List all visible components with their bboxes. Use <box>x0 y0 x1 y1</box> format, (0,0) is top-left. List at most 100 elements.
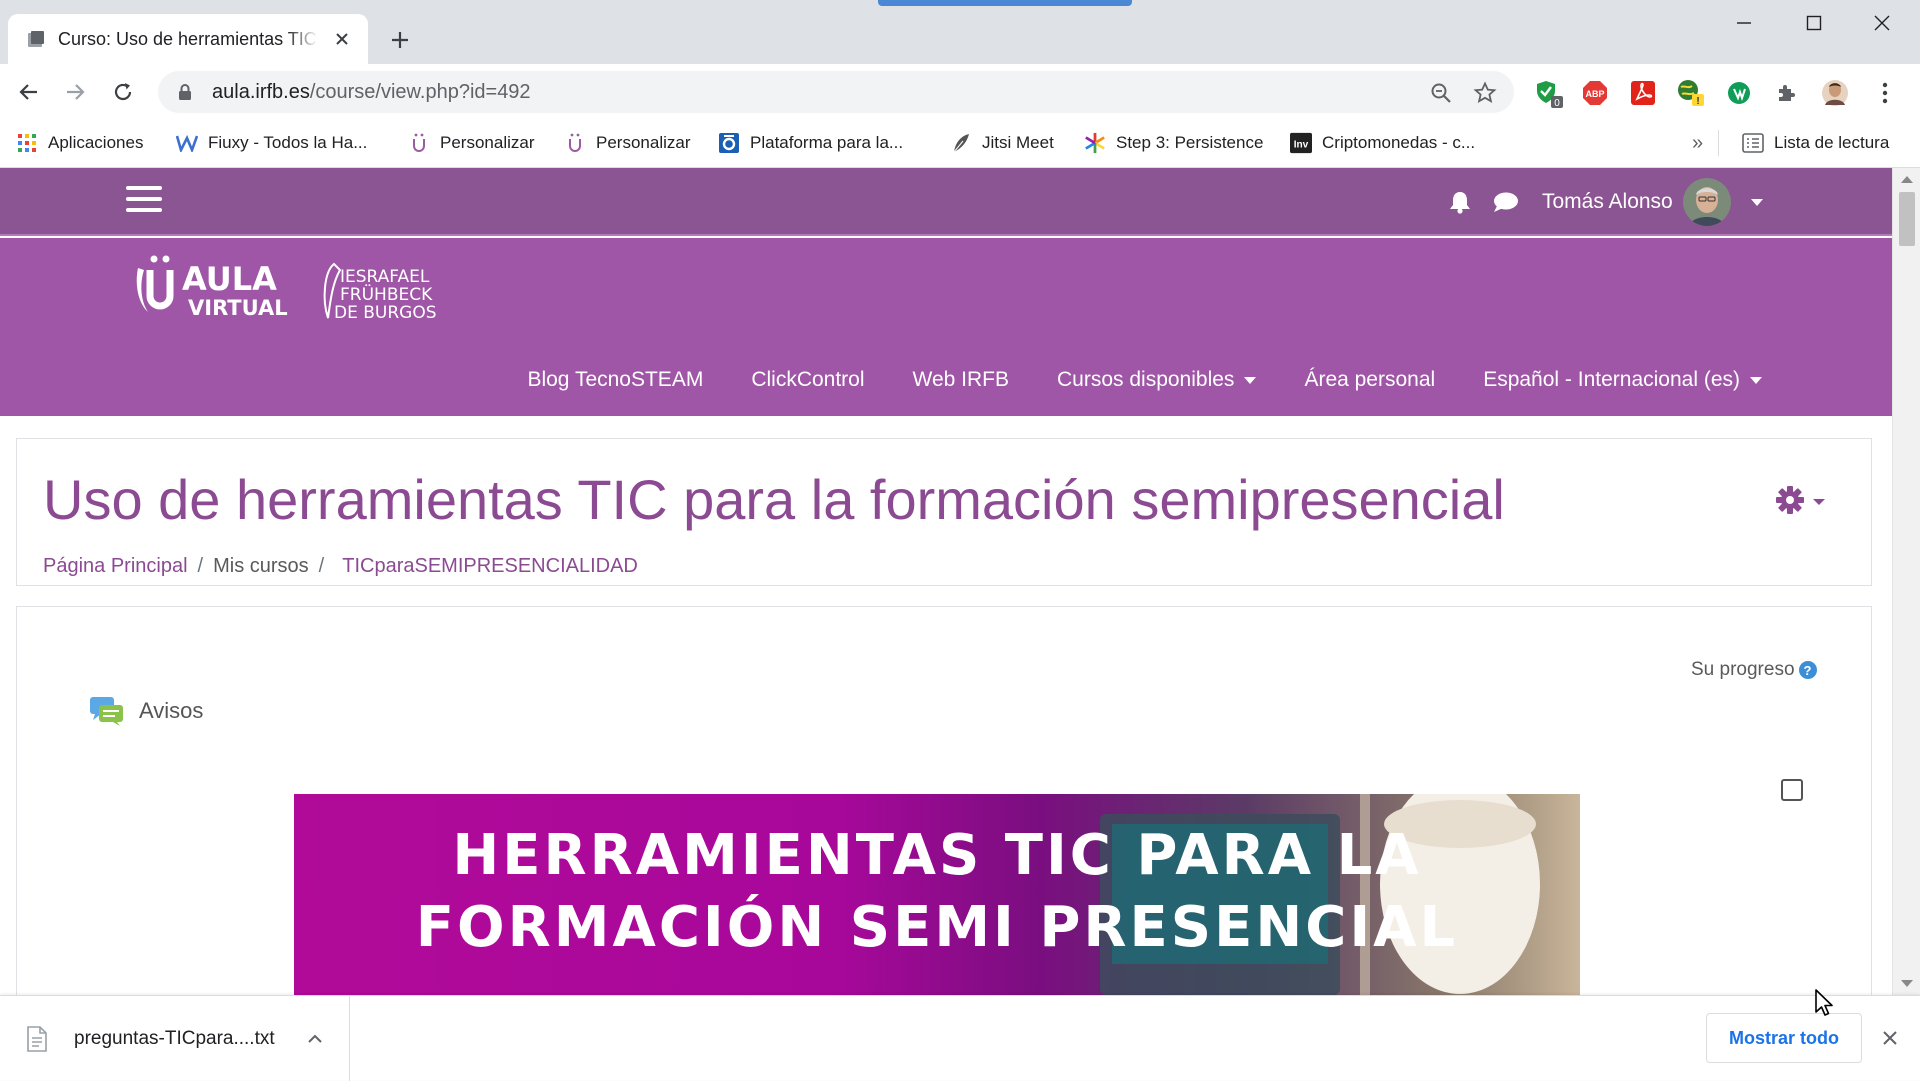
gear-icon <box>1776 486 1804 514</box>
bookmark-personalizar-1[interactable]: Personalizar <box>408 128 535 158</box>
svg-text:AULA: AULA <box>182 260 277 298</box>
reload-icon[interactable] <box>106 75 140 109</box>
bookmark-criptomonedas[interactable]: Inv Criptomonedas - c... <box>1290 128 1475 158</box>
bookmark-label: Jitsi Meet <box>982 133 1054 152</box>
menu-language[interactable]: Español - Internacional (es) <box>1459 368 1892 392</box>
banner-text: HERRAMIENTAS TIC PARA LA FORMACIÓN SEMI … <box>294 820 1580 964</box>
star-burst-icon <box>1084 132 1106 154</box>
svg-text:DE BURGOS: DE BURGOS <box>334 303 437 323</box>
adblock-extension-icon[interactable]: ABP <box>1580 78 1610 108</box>
notifications-bell-icon[interactable] <box>1446 188 1474 216</box>
globe-extension-icon[interactable]: ! <box>1676 78 1706 108</box>
school-logo[interactable]: IESRAFAEL FRÜHBECK DE BURGOS <box>318 260 448 324</box>
aula-virtual-logo[interactable]: AULA VIRTUAL <box>134 252 294 322</box>
apps-grid-icon <box>16 132 38 154</box>
chevron-up-icon[interactable] <box>307 1034 323 1044</box>
bookmark-label: Criptomonedas - c... <box>1322 133 1476 152</box>
mouse-pointer-icon <box>1815 989 1833 1016</box>
bookmark-personalizar-2[interactable]: Personalizar <box>564 128 691 158</box>
svg-text:0: 0 <box>1554 98 1560 108</box>
inv-logo-icon: Inv <box>1290 132 1312 154</box>
profile-avatar-icon[interactable] <box>1820 78 1850 108</box>
bookmark-apps[interactable]: Aplicaciones <box>16 128 143 158</box>
scroll-up-arrow-icon[interactable] <box>1901 176 1913 183</box>
loading-indicator <box>878 0 1132 6</box>
close-shelf-icon[interactable] <box>1874 1022 1906 1054</box>
site-header: AULA VIRTUAL IESRAFAEL FRÜHBECK DE BURGO… <box>0 238 1892 416</box>
menu-clickcontrol[interactable]: ClickControl <box>727 368 888 392</box>
help-question-icon[interactable]: ? <box>1798 661 1817 679</box>
course-title: Uso de herramientas TIC para la formació… <box>43 468 1505 531</box>
grammar-extension-icon[interactable] <box>1724 78 1754 108</box>
bookmark-plataforma[interactable]: Plataforma para la... <box>718 128 903 158</box>
messages-chat-icon[interactable] <box>1492 188 1520 216</box>
drawer-toggle-hamburger-icon[interactable] <box>126 186 162 218</box>
menu-area-personal[interactable]: Área personal <box>1280 368 1459 392</box>
menu-web-irfb[interactable]: Web IRFB <box>889 368 1033 392</box>
forum-icon <box>90 697 123 726</box>
menu-blog-tecnosteam[interactable]: Blog TecnoSTEAM <box>503 368 727 392</box>
forum-avisos-link[interactable]: Avisos <box>89 695 203 727</box>
new-tab-plus-icon[interactable] <box>384 24 416 56</box>
extensions-puzzle-icon[interactable] <box>1772 78 1802 108</box>
svg-text:VIRTUAL: VIRTUAL <box>188 296 288 320</box>
download-item[interactable]: preguntas-TICpara....txt <box>0 996 350 1081</box>
dropdown-caret-icon <box>1750 376 1762 384</box>
user-avatar <box>1682 178 1731 226</box>
page-scrollbar[interactable] <box>1892 168 1920 995</box>
custom-menu: Blog TecnoSTEAM ClickControl Web IRFB Cu… <box>503 362 1892 398</box>
bookmarks-overflow-chevron[interactable]: » <box>1692 128 1703 158</box>
scroll-down-arrow-icon[interactable] <box>1901 980 1913 987</box>
page-header-card: Uso de herramientas TIC para la formació… <box>16 438 1872 586</box>
forum-label: Avisos <box>139 698 204 723</box>
back-arrow-icon[interactable] <box>12 75 46 109</box>
bookmarks-divider <box>1718 130 1719 156</box>
browser-toolbar: aula.irfb.es/course/view.php?id=492 0 AB… <box>0 64 1920 118</box>
bookmarks-bar: Aplicaciones Fiuxy - Todos la Ha... Pers… <box>0 118 1920 168</box>
browser-menu-kebab-icon[interactable] <box>1870 78 1900 108</box>
address-bar[interactable]: aula.irfb.es/course/view.php?id=492 <box>158 71 1514 113</box>
completion-checkbox[interactable] <box>1781 779 1803 801</box>
tab-strip: Curso: Uso de herramientas TIC para la f… <box>0 0 1920 64</box>
u-logo-icon <box>408 132 430 154</box>
bookmark-star-icon[interactable] <box>1472 80 1498 106</box>
bookmark-label: Step 3: Persistence <box>1116 133 1264 152</box>
download-shelf: preguntas-TICpara....txt Mostrar todo <box>0 995 1920 1081</box>
bookmark-label: Personalizar <box>440 133 535 152</box>
user-menu[interactable]: Tomás Alonso <box>1542 178 1763 226</box>
tab-close-icon[interactable] <box>330 27 354 51</box>
feather-icon <box>950 132 972 154</box>
show-all-downloads-button[interactable]: Mostrar todo <box>1706 1013 1862 1063</box>
scrollbar-thumb[interactable] <box>1899 192 1915 246</box>
svg-text:Inv: Inv <box>1294 140 1309 151</box>
tab-title: Curso: Uso de herramientas TIC para la f… <box>58 28 318 49</box>
u-logo-icon <box>564 132 586 154</box>
breadcrumb-home[interactable]: Página Principal <box>43 555 188 578</box>
url-text: aula.irfb.es/course/view.php?id=492 <box>212 80 531 103</box>
reading-list-button[interactable]: Lista de lectura <box>1742 128 1889 158</box>
breadcrumb-my-courses[interactable]: Mis cursos <box>213 555 309 578</box>
breadcrumb-separator: / <box>197 555 204 577</box>
bookmark-fiuxy[interactable]: Fiuxy - Todos la Ha... <box>176 128 367 158</box>
close-window-icon[interactable] <box>1848 0 1916 46</box>
breadcrumb-course[interactable]: TICparaSEMIPRESENCIALIDAD <box>342 555 638 578</box>
minimize-window-icon[interactable] <box>1710 0 1778 46</box>
menu-cursos-disponibles[interactable]: Cursos disponibles <box>1033 368 1280 392</box>
o-logo-icon <box>718 132 740 154</box>
breadcrumb-separator: / <box>318 555 325 577</box>
forward-arrow-icon[interactable] <box>58 75 92 109</box>
dropdown-caret-icon <box>1244 376 1257 384</box>
browser-tab-active[interactable]: Curso: Uso de herramientas TIC para la f… <box>8 14 368 64</box>
course-banner-image: HERRAMIENTAS TIC PARA LA FORMACIÓN SEMI … <box>294 794 1580 995</box>
zoom-magnifier-icon[interactable] <box>1428 80 1454 106</box>
pdf-extension-icon[interactable] <box>1628 78 1658 108</box>
bookmark-step3[interactable]: Step 3: Persistence <box>1084 128 1263 158</box>
course-settings-menu[interactable] <box>1775 485 1825 515</box>
download-file-name: preguntas-TICpara....txt <box>74 1027 275 1049</box>
maximize-window-icon[interactable] <box>1780 0 1848 46</box>
bookmark-jitsi[interactable]: Jitsi Meet <box>950 128 1054 158</box>
shield-extension-icon[interactable]: 0 <box>1534 78 1564 108</box>
settings-caret-icon <box>1813 499 1825 505</box>
user-menu-caret-icon <box>1750 198 1763 206</box>
svg-text:FRÜHBECK: FRÜHBECK <box>340 283 433 305</box>
